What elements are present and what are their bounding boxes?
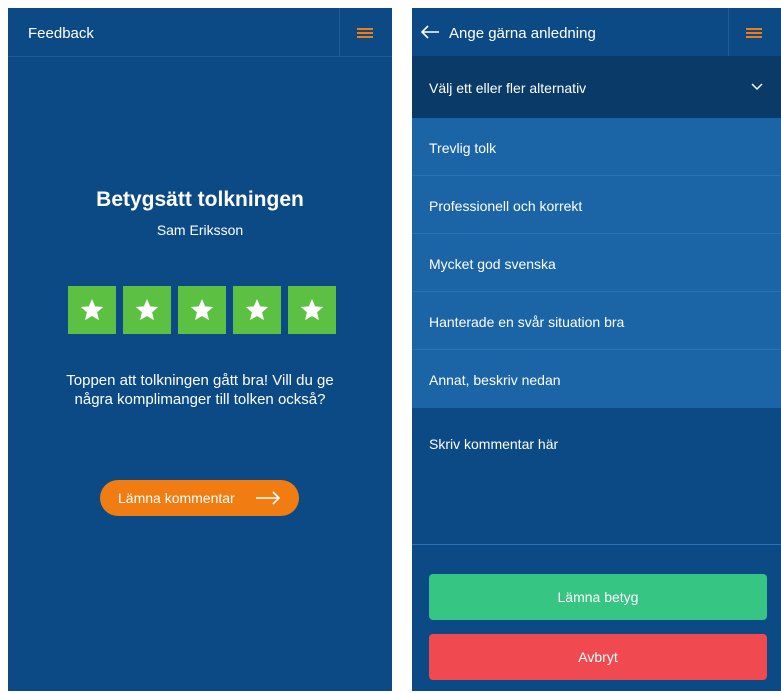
- app-bar: Feedback: [8, 8, 392, 57]
- leave-comment-label: Lämna kommentar: [118, 490, 235, 506]
- option-item[interactable]: Mycket god svenska: [412, 234, 781, 292]
- option-item[interactable]: Hanterade en svår situation bra: [412, 292, 781, 350]
- option-label: Hanterade en svår situation bra: [429, 314, 625, 330]
- star-icon: [190, 298, 214, 321]
- menu-button[interactable]: [339, 8, 392, 56]
- menu-button[interactable]: [728, 8, 781, 56]
- arrow-left-icon[interactable]: [420, 25, 440, 39]
- comment-placeholder: Skriv kommentar här: [429, 436, 559, 452]
- chevron-down-icon: [751, 83, 763, 91]
- option-label: Professionell och korrekt: [429, 198, 583, 214]
- option-item[interactable]: Professionell och korrekt: [412, 176, 781, 234]
- reason-options: Trevlig tolk Professionell och korrekt M…: [412, 118, 781, 408]
- option-label: Mycket god svenska: [429, 256, 556, 272]
- page-title: Ange gärna anledning: [449, 25, 596, 42]
- star-rating[interactable]: [68, 286, 336, 334]
- dropdown-label: Välj ett eller fler alternativ: [429, 80, 587, 96]
- option-label: Trevlig tolk: [429, 140, 497, 156]
- app-bar: Ange gärna anledning: [412, 8, 781, 57]
- star-5[interactable]: [288, 286, 336, 334]
- cancel-button[interactable]: Avbryt: [429, 634, 767, 680]
- star-icon: [135, 298, 159, 321]
- star-icon: [245, 298, 269, 321]
- compliment-prompt: Toppen att tolkningen gått bra! Vill du …: [66, 372, 334, 408]
- star-1[interactable]: [68, 286, 116, 334]
- star-icon: [80, 298, 104, 321]
- star-3[interactable]: [178, 286, 226, 334]
- comment-input[interactable]: Skriv kommentar här: [412, 409, 781, 545]
- star-4[interactable]: [233, 286, 281, 334]
- option-label: Annat, beskriv nedan: [429, 372, 561, 388]
- submit-rating-button[interactable]: Lämna betyg: [429, 574, 767, 620]
- leave-comment-button[interactable]: Lämna kommentar: [100, 480, 299, 516]
- star-icon: [300, 298, 324, 321]
- star-2[interactable]: [123, 286, 171, 334]
- feedback-screen: Feedback Betygsätt tolkningen Sam Erikss…: [8, 8, 392, 691]
- interpreter-name: Sam Eriksson: [156, 222, 244, 238]
- hamburger-menu-icon: [357, 28, 373, 38]
- reason-screen: Ange gärna anledning Välj ett eller fler…: [412, 8, 781, 691]
- option-item[interactable]: Annat, beskriv nedan: [412, 350, 781, 407]
- arrow-right-icon: [256, 491, 281, 505]
- rating-title: Betygsätt tolkningen: [96, 188, 304, 211]
- reasons-dropdown[interactable]: Välj ett eller fler alternativ: [412, 56, 781, 118]
- option-item[interactable]: Trevlig tolk: [412, 118, 781, 176]
- page-title: Feedback: [28, 25, 94, 42]
- hamburger-menu-icon: [746, 28, 762, 38]
